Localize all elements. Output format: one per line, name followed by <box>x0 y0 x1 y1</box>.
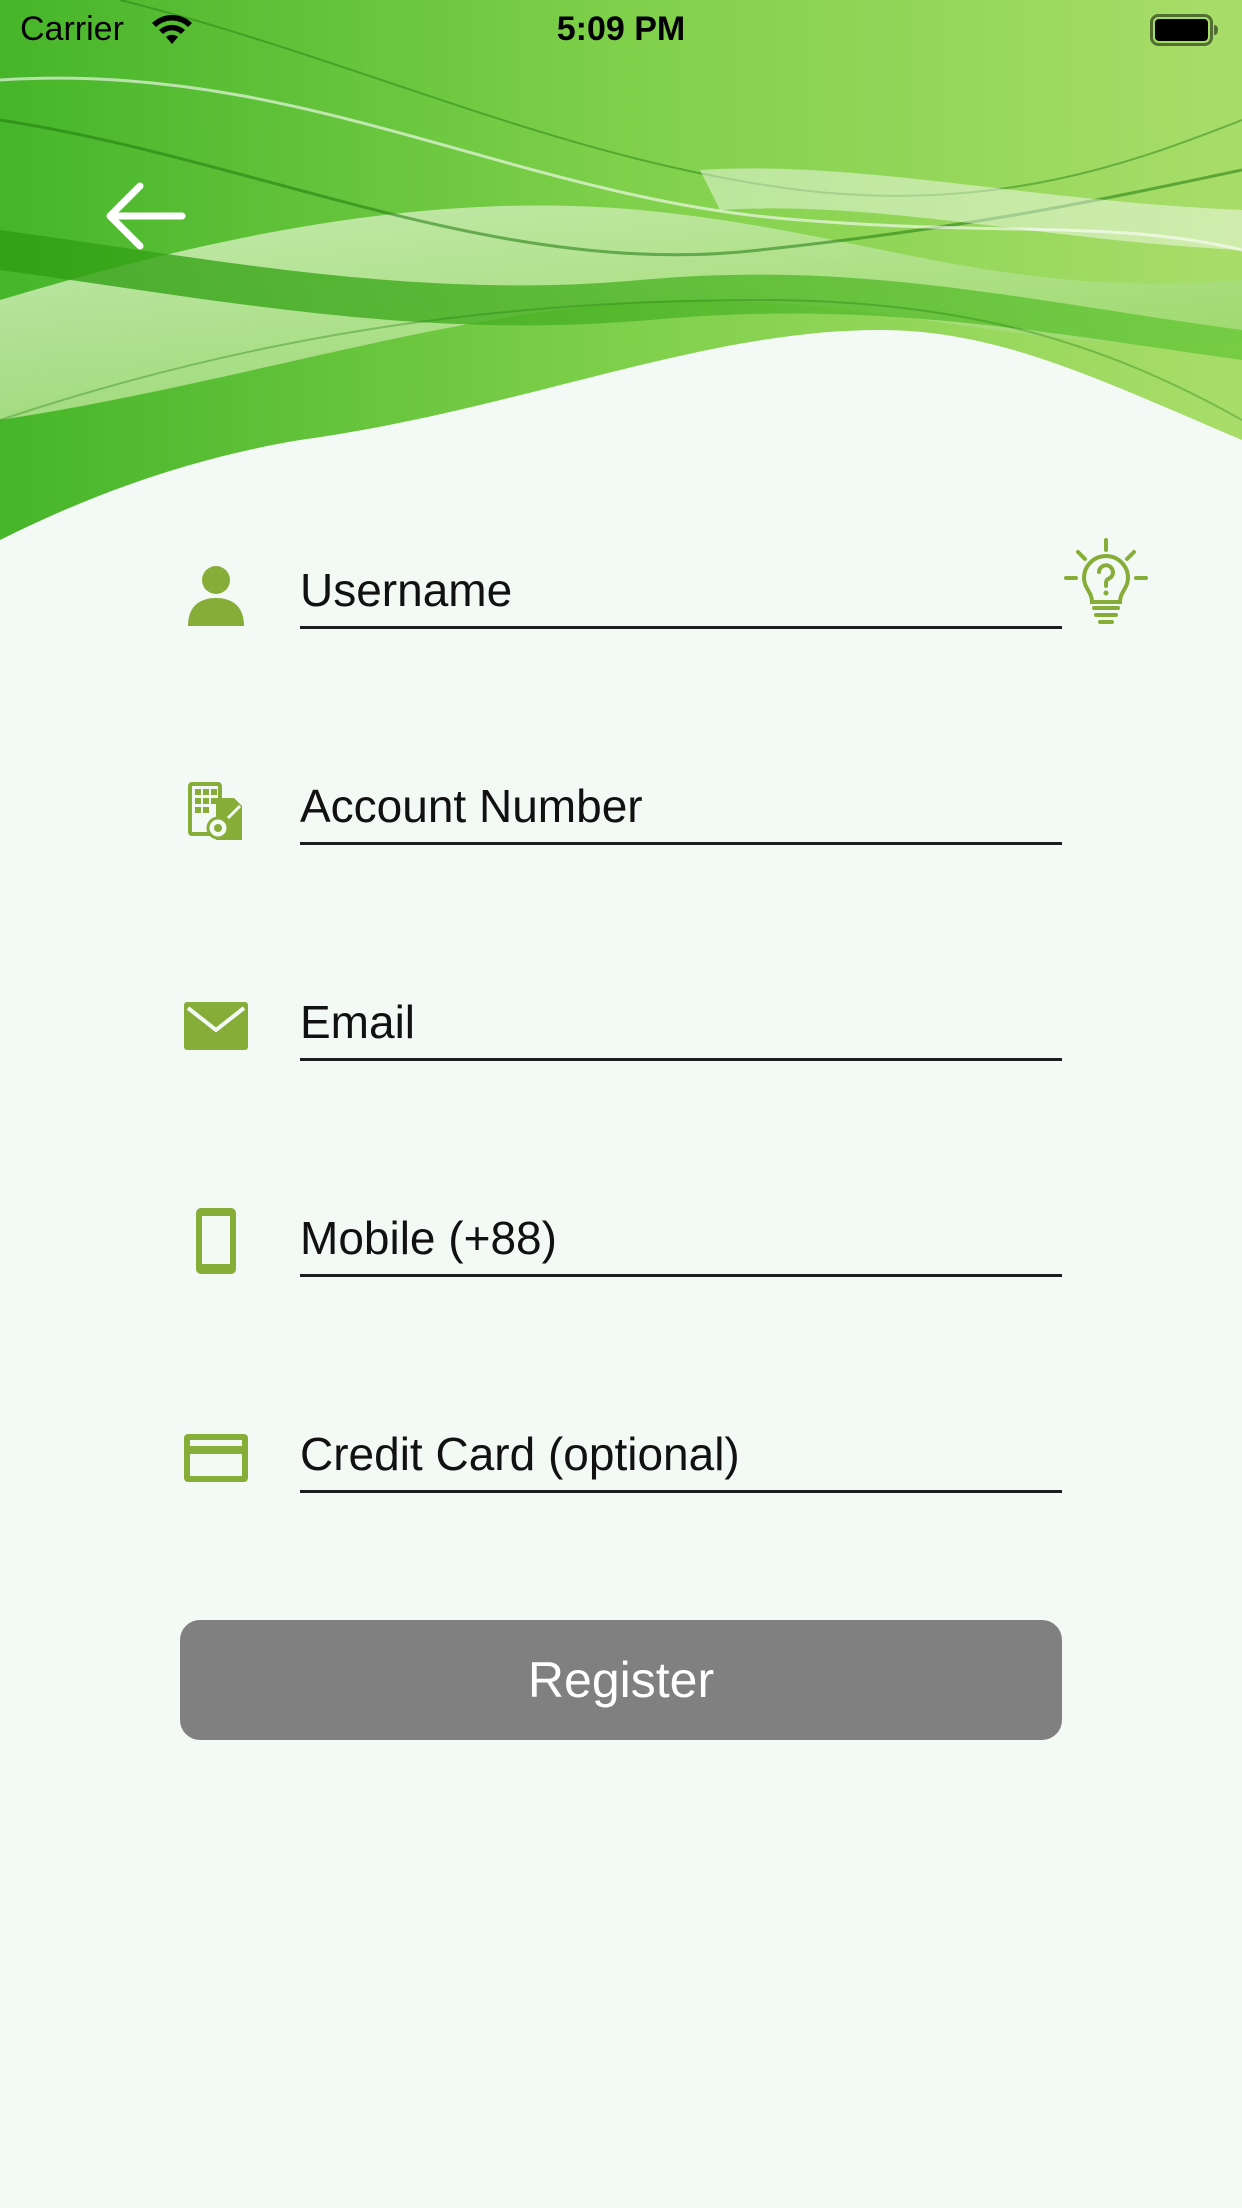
mobile-row <box>180 1184 1062 1294</box>
credit-card-field[interactable] <box>300 1418 1062 1493</box>
status-time: 5:09 PM <box>556 10 686 48</box>
status-bar: Carrier 5:09 PM <box>0 0 1242 62</box>
account-number-field[interactable] <box>300 770 1062 845</box>
credit-card-row <box>180 1400 1062 1510</box>
header-wave-background <box>0 0 1242 540</box>
email-row <box>180 968 1062 1078</box>
mobile-phone-icon <box>196 1208 236 1274</box>
account-document-icon <box>188 782 242 840</box>
arrow-left-icon <box>106 182 186 250</box>
back-button[interactable] <box>96 168 192 264</box>
register-button[interactable]: Register <box>180 1620 1062 1740</box>
credit-card-icon <box>184 1434 248 1482</box>
username-row <box>180 536 1062 646</box>
account-number-row <box>180 752 1062 862</box>
hint-button[interactable] <box>1058 536 1154 632</box>
email-field[interactable] <box>300 986 1062 1061</box>
mobile-field[interactable] <box>300 1202 1062 1277</box>
username-field[interactable] <box>300 554 1062 629</box>
person-icon <box>188 566 244 626</box>
envelope-icon <box>184 1002 248 1050</box>
lightbulb-question-icon <box>1064 538 1148 624</box>
battery-icon <box>1150 14 1218 46</box>
